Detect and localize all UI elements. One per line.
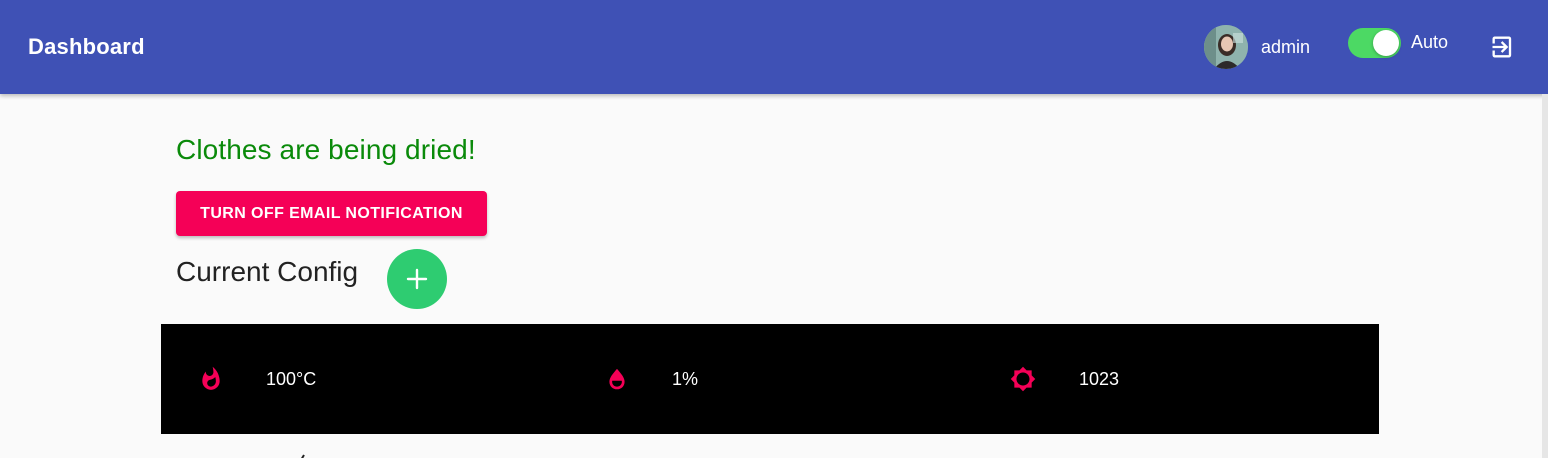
avatar-photo <box>1204 25 1248 69</box>
water-drop-icon <box>604 366 630 392</box>
username-label: admin <box>1261 37 1311 57</box>
current-config-bar: 100°C 1% 1023 <box>161 324 1379 434</box>
app-title: Dashboard <box>28 34 145 59</box>
app-bar: Dashboard admin Auto <box>0 0 1548 94</box>
turn-off-email-notification-button[interactable]: TURN OFF EMAIL NOTIFICATION <box>176 191 487 236</box>
add-config-button[interactable] <box>387 249 447 309</box>
plus-icon <box>406 268 428 290</box>
temperature-value: 100°C <box>266 369 317 389</box>
drying-status-message: Clothes are being dried! <box>176 134 476 165</box>
page-scrollbar[interactable] <box>1542 94 1548 458</box>
user-avatar[interactable] <box>1204 25 1248 69</box>
current-config-heading: Current Config <box>176 256 359 287</box>
flame-icon <box>198 366 224 392</box>
sun-icon <box>1010 366 1036 392</box>
clipped-content-fragment <box>298 448 308 458</box>
toggle-knob <box>1373 30 1399 56</box>
auto-mode-toggle[interactable] <box>1348 28 1401 58</box>
auto-mode-label: Auto <box>1411 32 1449 52</box>
light-value: 1023 <box>1079 369 1120 389</box>
humidity-value: 1% <box>672 369 699 389</box>
logout-icon[interactable] <box>1489 33 1517 61</box>
